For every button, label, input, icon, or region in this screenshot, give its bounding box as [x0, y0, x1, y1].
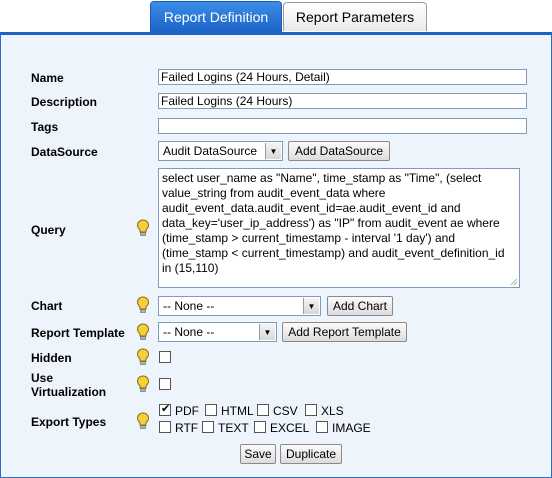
lightbulb-icon[interactable] [136, 296, 150, 314]
export-image-label: IMAGE [332, 421, 371, 435]
export-rtf-label: RTF [175, 421, 199, 435]
check-icon: ✔ [161, 403, 171, 415]
tab-report-parameters[interactable]: Report Parameters [283, 2, 427, 31]
lightbulb-icon[interactable] [136, 348, 150, 366]
export-types-label: Export Types [31, 415, 107, 429]
export-excel-checkbox[interactable] [254, 421, 266, 433]
name-label: Name [31, 71, 64, 85]
hidden-label: Hidden [31, 351, 72, 365]
lightbulb-icon[interactable] [136, 412, 150, 430]
use-virtualization-label: Use Virtualization [31, 371, 106, 399]
export-pdf-label: PDF [175, 404, 199, 418]
export-csv-checkbox[interactable] [257, 404, 269, 416]
datasource-label: DataSource [31, 145, 98, 159]
query-text: select user_name as "Name", time_stamp a… [162, 171, 505, 275]
report-definition-panel: Name Failed Logins (24 Hours, Detail) De… [0, 32, 552, 478]
save-button[interactable]: Save [240, 444, 276, 464]
name-input[interactable]: Failed Logins (24 Hours, Detail) [158, 69, 527, 85]
chevron-down-icon[interactable]: ▼ [303, 298, 319, 314]
export-html-checkbox[interactable] [205, 404, 217, 416]
export-text-label: TEXT [218, 421, 249, 435]
lightbulb-icon[interactable] [136, 323, 150, 341]
tab-report-definition[interactable]: Report Definition [150, 1, 282, 32]
add-report-template-button[interactable]: Add Report Template [282, 322, 407, 342]
tags-input[interactable] [158, 118, 527, 134]
datasource-selected-value: Audit DataSource [163, 144, 258, 158]
export-xls-label: XLS [321, 404, 344, 418]
query-textarea[interactable]: select user_name as "Name", time_stamp a… [158, 168, 520, 288]
chevron-down-icon[interactable]: ▼ [265, 143, 281, 159]
export-excel-label: EXCEL [270, 421, 310, 435]
export-rtf-checkbox[interactable] [159, 421, 171, 433]
export-text-checkbox[interactable] [202, 421, 214, 433]
resize-grip-icon[interactable] [510, 278, 518, 286]
description-label: Description [31, 95, 98, 109]
datasource-select[interactable]: Audit DataSource ▼ [158, 141, 283, 161]
export-image-checkbox[interactable] [316, 421, 328, 433]
lightbulb-icon[interactable] [136, 219, 150, 237]
export-pdf-checkbox[interactable]: ✔ [159, 403, 171, 416]
lightbulb-icon[interactable] [136, 375, 150, 393]
chart-label: Chart [31, 299, 63, 313]
chart-selected-value: -- None -- [163, 299, 215, 313]
use-virtualization-label-line2: Virtualization [31, 385, 107, 399]
report-template-select[interactable]: -- None -- ▼ [158, 322, 277, 342]
tab-bar: Report Definition Report Parameters [0, 0, 552, 32]
hidden-checkbox[interactable] [159, 351, 171, 363]
chart-select[interactable]: -- None -- ▼ [158, 296, 321, 316]
export-xls-checkbox[interactable] [305, 404, 317, 416]
use-virtualization-label-line1: Use [31, 371, 54, 385]
report-template-selected-value: -- None -- [163, 325, 215, 339]
export-html-label: HTML [221, 404, 254, 418]
duplicate-button[interactable]: Duplicate [280, 444, 342, 464]
use-virtualization-checkbox[interactable] [159, 378, 171, 390]
chevron-down-icon[interactable]: ▼ [259, 324, 275, 340]
export-csv-label: CSV [273, 404, 298, 418]
query-label: Query [31, 223, 66, 237]
description-input[interactable]: Failed Logins (24 Hours) [158, 93, 527, 109]
report-template-label: Report Template [31, 326, 125, 340]
add-chart-button[interactable]: Add Chart [327, 296, 393, 316]
tags-label: Tags [31, 120, 59, 134]
add-datasource-button[interactable]: Add DataSource [288, 141, 390, 161]
